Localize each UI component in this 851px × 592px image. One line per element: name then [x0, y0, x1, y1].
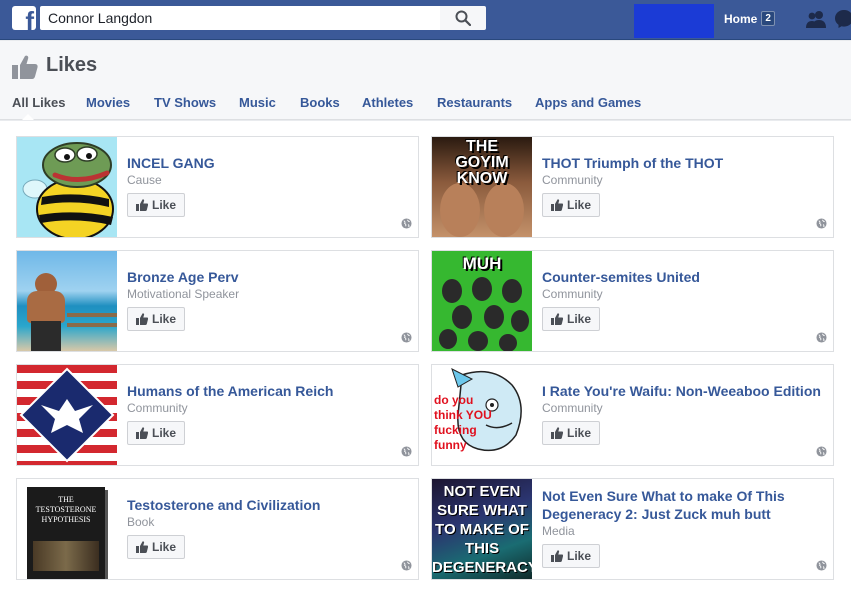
- tab-apps-and-games[interactable]: Apps and Games: [535, 95, 641, 110]
- likes-grid: INCEL GANG Cause Like THE GOYIM KNOW THO…: [0, 121, 851, 592]
- top-bar: f Home 2: [0, 0, 851, 40]
- page-card: MUH Counter-semites United Community Lik…: [431, 250, 834, 352]
- thumbs-up-icon: [135, 199, 148, 211]
- page-card: Humans of the American Reich Community L…: [16, 364, 419, 466]
- active-tab-indicator: [22, 114, 34, 120]
- search-button[interactable]: [440, 6, 486, 30]
- page-category: Cause: [127, 173, 162, 187]
- page-thumbnail[interactable]: THE GOYIM KNOW: [432, 137, 532, 237]
- thumbs-up-icon: [550, 313, 563, 325]
- globe-icon: [816, 446, 827, 457]
- page-category: Community: [542, 287, 603, 301]
- like-label: Like: [566, 426, 591, 440]
- thumb-caption: THE GOYIM KNOW: [455, 138, 509, 187]
- tab-restaurants[interactable]: Restaurants: [437, 95, 512, 110]
- page-name[interactable]: Humans of the American Reich: [127, 382, 407, 400]
- thumbs-up-icon: [135, 541, 148, 553]
- like-button[interactable]: Like: [542, 421, 600, 445]
- globe-icon: [816, 560, 827, 571]
- search-box: [40, 6, 440, 30]
- page-name[interactable]: Bronze Age Perv: [127, 268, 407, 286]
- globe-icon: [816, 332, 827, 343]
- globe-icon: [401, 446, 412, 457]
- globe-icon: [401, 218, 412, 229]
- like-label: Like: [566, 549, 591, 563]
- like-button[interactable]: Like: [542, 193, 600, 217]
- like-button[interactable]: Like: [542, 544, 600, 568]
- like-button[interactable]: Like: [542, 307, 600, 331]
- page-title: Likes: [46, 54, 98, 76]
- tab-books[interactable]: Books: [300, 95, 340, 110]
- thumbs-up-icon: [135, 427, 148, 439]
- thumbs-up-icon: [550, 550, 563, 562]
- tab-music[interactable]: Music: [239, 95, 276, 110]
- page-card: THE TESTOSTERONE HYPOTHESIS Testosterone…: [16, 478, 419, 580]
- page-card: Bronze Age Perv Motivational Speaker Lik…: [16, 250, 419, 352]
- like-button[interactable]: Like: [127, 421, 185, 445]
- tab-movies[interactable]: Movies: [86, 95, 130, 110]
- search-icon: [455, 10, 471, 26]
- page-category: Community: [542, 401, 603, 415]
- like-button[interactable]: Like: [127, 193, 185, 217]
- facebook-logo-icon[interactable]: f: [12, 6, 36, 30]
- page-category: Motivational Speaker: [127, 287, 240, 301]
- thumb-caption: NOT EVEN SURE WHAT TO MAKE OF THIS DEGEN…: [432, 483, 532, 576]
- friends-icon[interactable]: [804, 9, 828, 29]
- page-thumbnail[interactable]: [17, 365, 117, 465]
- tab-tv-shows[interactable]: TV Shows: [154, 95, 216, 110]
- page-thumbnail[interactable]: NOT EVEN SURE WHAT TO MAKE OF THIS DEGEN…: [432, 479, 532, 579]
- like-label: Like: [151, 198, 176, 212]
- page-name[interactable]: Not Even Sure What to make Of This Degen…: [542, 487, 822, 523]
- like-label: Like: [151, 312, 176, 326]
- page-name[interactable]: Testosterone and Civilization: [127, 496, 407, 514]
- search-input[interactable]: [40, 6, 440, 30]
- frog-bee-image: [17, 137, 117, 237]
- page-card: NOT EVEN SURE WHAT TO MAKE OF THIS DEGEN…: [431, 478, 834, 580]
- globe-icon: [816, 218, 827, 229]
- like-button[interactable]: Like: [127, 307, 185, 331]
- page-category: Book: [127, 515, 155, 529]
- page-category: Media: [542, 524, 575, 538]
- page-thumbnail[interactable]: [17, 137, 117, 237]
- page-thumbnail[interactable]: do you think YOU fucking funny: [432, 365, 532, 465]
- page-category: Community: [542, 173, 603, 187]
- page-card: INCEL GANG Cause Like: [16, 136, 419, 238]
- tab-athletes[interactable]: Athletes: [362, 95, 413, 110]
- profile-link[interactable]: [634, 4, 714, 38]
- likes-header: Likes All Likes Movies TV Shows Music Bo…: [0, 41, 851, 120]
- home-link[interactable]: Home 2: [724, 11, 775, 26]
- globe-icon: [401, 560, 412, 571]
- thumb-caption: MUH: [462, 254, 502, 273]
- thumbs-up-icon: [12, 55, 38, 79]
- tab-all-likes[interactable]: All Likes: [12, 95, 65, 110]
- page-category: Community: [127, 401, 188, 415]
- page-thumbnail[interactable]: MUH: [432, 251, 532, 351]
- page-name[interactable]: I Rate You're Waifu: Non-Weeaboo Edition: [542, 382, 822, 400]
- page-thumbnail[interactable]: THE TESTOSTERONE HYPOTHESIS: [17, 479, 117, 579]
- home-badge: 2: [761, 11, 775, 26]
- globe-icon: [401, 332, 412, 343]
- thumbs-up-icon: [550, 199, 563, 211]
- messages-icon[interactable]: [834, 9, 851, 29]
- like-label: Like: [566, 198, 591, 212]
- thumb-caption: THE TESTOSTERONE HYPOTHESIS: [35, 495, 97, 524]
- like-button[interactable]: Like: [127, 535, 185, 559]
- like-label: Like: [566, 312, 591, 326]
- page-name[interactable]: THOT Triumph of the THOT: [542, 154, 822, 172]
- thumb-caption: do you think YOU fucking funny: [434, 393, 492, 452]
- page-card: THE GOYIM KNOW THOT Triumph of the THOT …: [431, 136, 834, 238]
- page-card: do you think YOU fucking funny I Rate Yo…: [431, 364, 834, 466]
- flag-emblem-image: [17, 365, 117, 465]
- page-name[interactable]: INCEL GANG: [127, 154, 407, 172]
- page-thumbnail[interactable]: [17, 251, 117, 351]
- thumbs-up-icon: [550, 427, 563, 439]
- like-label: Like: [151, 426, 176, 440]
- home-label: Home: [724, 11, 758, 26]
- like-label: Like: [151, 540, 176, 554]
- page-name[interactable]: Counter-semites United: [542, 268, 822, 286]
- thumbs-up-icon: [135, 313, 148, 325]
